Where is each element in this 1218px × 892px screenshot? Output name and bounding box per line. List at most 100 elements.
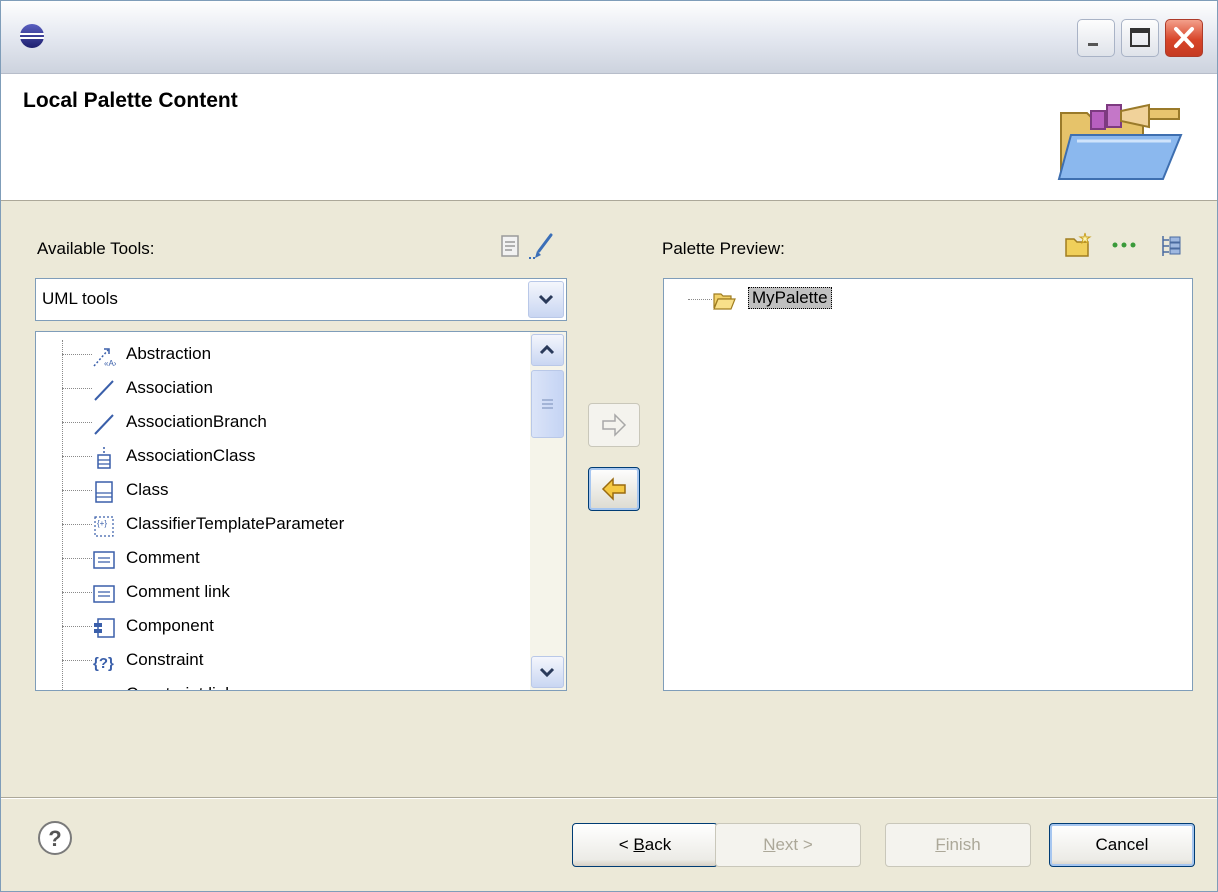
back-button-mnemonic: B [633, 835, 645, 854]
maximize-icon [1130, 28, 1150, 47]
new-folder-icon[interactable] [1063, 231, 1093, 259]
help-icon[interactable]: ? [37, 820, 73, 856]
tree-connector [62, 524, 92, 525]
available-tools-tree[interactable]: «A» Abstraction Association AssociationBran… [35, 331, 567, 691]
scroll-up-button[interactable] [531, 334, 564, 366]
tree-connector [62, 354, 92, 355]
abstraction-icon: «A» [93, 348, 116, 368]
svg-text:{?}: {?} [93, 655, 114, 672]
association-icon [94, 380, 114, 401]
scroll-thumb[interactable] [531, 370, 564, 438]
svg-text:«A»: «A» [104, 359, 116, 368]
chevron-down-icon [538, 294, 554, 305]
tool-item[interactable]: {?} Constraint link [36, 680, 516, 691]
minimize-icon [1088, 43, 1098, 46]
palette-preview-label: Palette Preview: [662, 239, 785, 258]
tool-item[interactable]: «A» Abstraction [36, 340, 516, 370]
brush-icon[interactable] [527, 231, 559, 261]
available-tools-label: Available Tools: [37, 239, 155, 258]
arrow-right-icon [602, 413, 627, 437]
tool-item-label: ClassifierTemplateParameter [126, 514, 345, 533]
remove-from-palette-button[interactable] [588, 467, 640, 511]
palette-folder-icon [1057, 103, 1183, 180]
tree-connector [62, 422, 92, 423]
tool-item-label: AssociationClass [126, 446, 256, 465]
association-branch-icon [94, 414, 114, 435]
constraint-icon: {?} [93, 655, 114, 672]
tool-item[interactable]: AssociationBranch [36, 408, 516, 438]
grip-icon [542, 399, 553, 409]
tool-item-label: Association [126, 378, 213, 397]
finish-button[interactable]: Finish [885, 823, 1031, 867]
page-title: Local Palette Content [23, 89, 238, 112]
tool-item-label: AssociationBranch [126, 412, 267, 431]
next-button-label: ext > [775, 835, 813, 854]
palette-preview-tree[interactable]: MyPalette [663, 278, 1193, 691]
palette-tree-item[interactable]: MyPalette [664, 285, 1144, 315]
back-button[interactable]: < Back [572, 823, 718, 867]
tree-connector [62, 660, 92, 661]
tree-connector [62, 388, 92, 389]
tool-item-label: Comment link [126, 582, 230, 601]
back-button-prefix: < [618, 835, 634, 854]
tree-connector [62, 592, 92, 593]
classifier-template-parameter-icon: {+} [94, 516, 114, 537]
svg-text:{?}: {?} [93, 689, 114, 691]
tool-item[interactable]: Class [36, 476, 516, 506]
cancel-button-label: Cancel [1095, 835, 1149, 854]
tool-item[interactable]: AssociationClass [36, 442, 516, 472]
button-bar-separator [1, 797, 1217, 799]
tool-item[interactable]: Component [36, 612, 516, 642]
dialog-window: Local Palette Content Available Tools: U… [0, 0, 1218, 892]
tool-item[interactable]: Association [36, 374, 516, 404]
back-button-label: ack [644, 835, 672, 854]
svg-text:?: ? [48, 826, 61, 851]
minimize-button[interactable] [1077, 19, 1115, 57]
finish-button-mnemonic: F [935, 835, 946, 854]
eclipse-icon [20, 24, 44, 48]
separator-icon[interactable] [1109, 237, 1139, 253]
stack-icon[interactable] [1157, 233, 1185, 259]
comment-link-icon [93, 585, 115, 603]
class-icon [95, 481, 113, 503]
tool-item-label: Abstraction [126, 344, 212, 363]
tool-item[interactable]: {?} Constraint [36, 646, 516, 676]
next-button-mnemonic: N [763, 835, 776, 854]
tool-item-label: Comment [126, 548, 200, 567]
svg-text:{+}: {+} [97, 519, 107, 528]
tool-item-label: Class [126, 480, 169, 499]
chevron-down-icon [539, 667, 555, 678]
cancel-button[interactable]: Cancel [1049, 823, 1195, 867]
combo-dropdown-button[interactable] [528, 281, 564, 318]
next-button[interactable]: Next > [715, 823, 861, 867]
tree-connector [62, 558, 92, 559]
chevron-up-icon [539, 344, 555, 355]
close-button[interactable] [1165, 19, 1203, 57]
constraint-link-icon: {?} [93, 689, 114, 691]
tool-item-label: Constraint [126, 650, 204, 669]
add-to-palette-button[interactable] [588, 403, 640, 447]
tool-item[interactable]: Comment link [36, 578, 516, 608]
palette-item-label: MyPalette [748, 287, 832, 309]
component-icon [94, 618, 115, 638]
finish-button-label: inish [945, 835, 981, 854]
tool-item[interactable]: Comment [36, 544, 516, 574]
scroll-down-button[interactable] [531, 656, 564, 688]
tree-connector [688, 299, 712, 300]
tree-connector [62, 456, 92, 457]
tool-item[interactable]: {+} ClassifierTemplateParameter [36, 510, 516, 540]
folder-open-icon [713, 293, 736, 310]
tools-combo[interactable]: UML tools [35, 278, 567, 321]
title-bar[interactable] [1, 1, 1217, 74]
tree-connector [62, 626, 92, 627]
page-icon[interactable] [498, 233, 522, 259]
tree-connector [62, 490, 92, 491]
close-icon [1174, 27, 1194, 48]
comment-icon [93, 551, 115, 569]
tools-scrollbar[interactable] [530, 332, 566, 690]
maximize-button[interactable] [1121, 19, 1159, 57]
association-class-icon [97, 447, 111, 469]
tool-item-label: Component [126, 616, 214, 635]
tools-combo-value: UML tools [42, 289, 118, 308]
tool-item-label: Constraint link [126, 684, 234, 690]
